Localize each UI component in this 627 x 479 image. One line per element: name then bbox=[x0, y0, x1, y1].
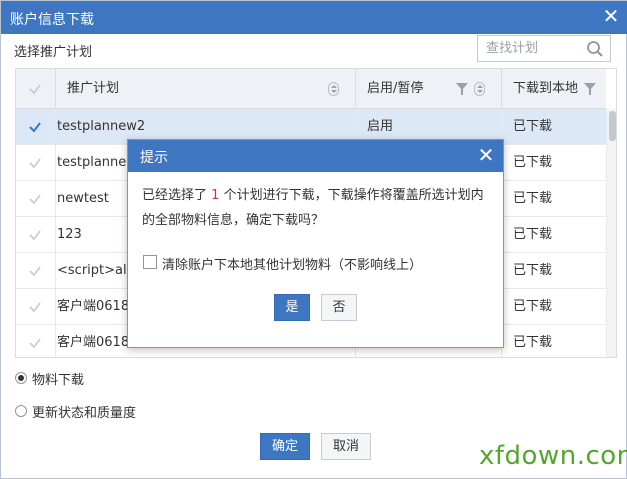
plan-section-label: 选择推广计划 bbox=[14, 45, 93, 60]
update-status-radio[interactable] bbox=[15, 405, 27, 417]
dialog-close-icon[interactable]: ✕ bbox=[475, 143, 497, 167]
checkmark-icon[interactable] bbox=[28, 336, 42, 350]
update-status-label[interactable]: 更新状态和质量度 bbox=[32, 402, 136, 421]
column-header-download-label: 下载到本地 bbox=[513, 81, 579, 96]
selected-count: 1 bbox=[211, 188, 220, 203]
column-header-plan-label: 推广计划 bbox=[67, 81, 120, 96]
material-download-radio[interactable] bbox=[15, 372, 27, 384]
plan-download-state: 已下载 bbox=[513, 227, 553, 242]
clear-local-label[interactable]: 清除账户下本地其他计划物料（不影响线上） bbox=[162, 254, 422, 273]
row-check-cell[interactable] bbox=[16, 181, 56, 217]
plan-download-state: 已下载 bbox=[513, 263, 553, 278]
cancel-button[interactable]: 取消 bbox=[321, 433, 371, 460]
row-check-cell[interactable] bbox=[16, 325, 56, 357]
plan-download-state: 已下载 bbox=[513, 299, 553, 314]
row-check-cell[interactable] bbox=[16, 253, 56, 289]
plan-download-state: 已下载 bbox=[513, 155, 553, 170]
plan-download-state: 已下载 bbox=[513, 335, 553, 350]
filter-icon[interactable] bbox=[456, 83, 468, 95]
search-input[interactable] bbox=[478, 36, 578, 61]
confirm-button[interactable]: 确定 bbox=[260, 433, 310, 460]
checkmark-icon[interactable] bbox=[28, 120, 42, 134]
column-header-status[interactable]: 启用/暂停 bbox=[356, 69, 502, 109]
header-check-cell[interactable] bbox=[16, 69, 56, 109]
no-button[interactable]: 否 bbox=[321, 294, 357, 321]
dialog-titlebar: 提示 ✕ bbox=[128, 140, 503, 172]
account-download-window: 账户信息下载 ✕ 选择推广计划 推广计划 启用/暂停 下载到本地 bbox=[0, 0, 627, 479]
watermark: xfdown.com bbox=[479, 441, 627, 471]
sort-icon[interactable] bbox=[328, 82, 339, 96]
column-header-plan[interactable]: 推广计划 bbox=[56, 69, 356, 109]
column-header-download[interactable]: 下载到本地 bbox=[502, 69, 606, 109]
yes-button[interactable]: 是 bbox=[274, 294, 310, 321]
plan-download-state: 已下载 bbox=[513, 119, 553, 134]
scrollbar-thumb[interactable] bbox=[609, 111, 616, 141]
plan-download-state: 已下载 bbox=[513, 191, 553, 206]
checkmark-icon[interactable] bbox=[28, 192, 42, 206]
row-check-cell[interactable] bbox=[16, 145, 56, 181]
row-check-cell[interactable] bbox=[16, 289, 56, 325]
select-all-check-icon[interactable] bbox=[28, 82, 42, 96]
search-box[interactable] bbox=[477, 35, 611, 62]
close-icon[interactable]: ✕ bbox=[600, 5, 622, 27]
column-header-status-label: 启用/暂停 bbox=[367, 81, 424, 96]
clear-local-checkbox[interactable] bbox=[143, 255, 157, 269]
checkmark-icon[interactable] bbox=[28, 228, 42, 242]
checkmark-icon[interactable] bbox=[28, 300, 42, 314]
row-check-cell[interactable] bbox=[16, 109, 56, 145]
dialog-message-before: 已经选择了 bbox=[142, 188, 208, 203]
material-download-label[interactable]: 物料下载 bbox=[32, 369, 84, 388]
checkmark-icon[interactable] bbox=[28, 264, 42, 278]
dialog-message: 已经选择了 1 个计划进行下载，下载操作将覆盖所选计划内的全部物料信息，确定下载… bbox=[142, 183, 492, 233]
row-check-cell[interactable] bbox=[16, 217, 56, 253]
filter-icon[interactable] bbox=[584, 83, 596, 95]
search-icon[interactable] bbox=[586, 40, 604, 58]
window-title: 账户信息下载 bbox=[10, 12, 94, 28]
confirm-dialog: 提示 ✕ 已经选择了 1 个计划进行下载，下载操作将覆盖所选计划内的全部物料信息… bbox=[127, 139, 504, 348]
table-scrollbar[interactable] bbox=[606, 109, 616, 357]
sort-icon[interactable] bbox=[474, 82, 485, 96]
table-header: 推广计划 启用/暂停 下载到本地 bbox=[16, 69, 606, 109]
dialog-title: 提示 bbox=[140, 150, 168, 166]
titlebar: 账户信息下载 ✕ bbox=[1, 1, 627, 34]
checkmark-icon[interactable] bbox=[28, 156, 42, 170]
